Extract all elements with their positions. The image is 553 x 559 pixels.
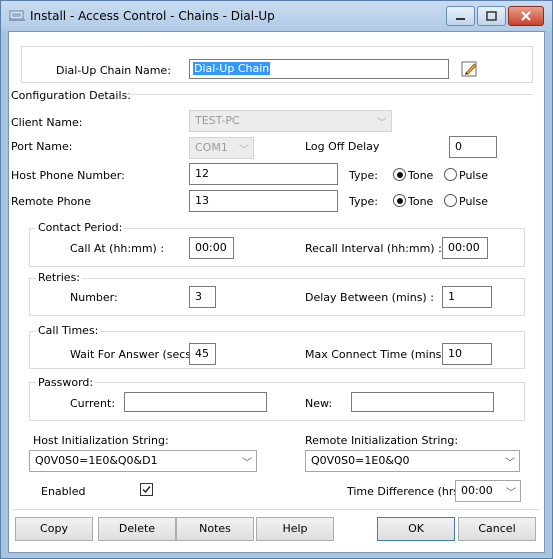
wait-for-answer-label: Wait For Answer (secs) [70,348,196,361]
recall-interval-label: Recall Interval (hh:mm) : [305,242,442,255]
delay-between-input[interactable]: 1 [442,286,492,308]
remote-phone-label: Remote Phone [11,195,92,208]
new-password-label: New: [305,397,333,410]
log-off-delay-label: Log Off Delay [305,140,380,153]
port-name-label: Port Name: [11,140,73,153]
host-pulse-radio[interactable] [444,168,457,181]
max-connect-input[interactable]: 10 [442,343,492,365]
cancel-button[interactable]: Cancel [458,517,536,541]
chevron-down-icon: ﹀ [506,488,516,499]
window-title: Install - Access Control - Chains - Dial… [30,9,275,23]
time-difference-select[interactable]: 00:00 ﹀ [455,480,521,502]
title-bar[interactable]: Install - Access Control - Chains - Dial… [1,1,552,31]
host-init-select[interactable]: Q0V0S0=1E0&Q0&D1 ﹀ [29,450,257,472]
button-divider [13,509,539,510]
notes-button[interactable]: Notes [176,517,254,541]
copy-button[interactable]: Copy [15,517,93,541]
retries-number-label: Number: [70,291,118,304]
retries-title: Retries: [36,271,83,284]
maximize-icon [486,11,497,21]
port-name-select[interactable]: COM1 ﹀ [189,137,254,159]
host-phone-type-label: Type: [349,169,378,182]
host-pulse-label: Pulse [459,169,488,182]
checkmark-icon [142,486,151,494]
time-difference-label: Time Difference (hrs) [347,485,464,498]
max-connect-label: Max Connect Time (mins) : [305,348,453,361]
chevron-down-icon: ﹀ [242,458,252,469]
chain-name-label: Dial-Up Chain Name: [56,64,171,77]
recall-interval-input[interactable]: 00:00 [442,237,488,259]
recall-interval-value: 00:00 [448,241,480,254]
remote-init-label: Remote Initialization String: [305,434,459,447]
chain-name-value: Dial-Up Chain [193,62,271,75]
remote-init-select[interactable]: Q0V0S0=1E0&Q0 ﹀ [305,450,520,472]
remote-phone-value: 13 [195,194,209,207]
chevron-down-icon: ﹀ [377,118,387,129]
ok-button[interactable]: OK [377,517,455,541]
host-phone-value: 12 [195,167,209,180]
remote-tone-label: Tone [408,195,434,208]
config-details-title: Configuration Details: [11,89,131,102]
close-icon [521,11,531,21]
remote-tone-radio[interactable] [393,194,406,207]
help-button[interactable]: Help [256,517,334,541]
client-name-select[interactable]: TEST-PC ﹀ [189,110,392,132]
client-name-value: TEST-PC [195,114,240,127]
log-off-delay-input[interactable]: 0 [449,136,497,158]
close-button[interactable] [508,6,544,26]
install-icon [9,10,25,21]
delay-between-label: Delay Between (mins) : [305,291,434,304]
password-title: Password: [36,376,96,389]
delay-between-value: 1 [448,290,455,303]
host-phone-label: Host Phone Number: [11,169,125,182]
call-at-input[interactable]: 00:00 [189,237,234,259]
remote-init-value: Q0V0S0=1E0&Q0 [311,454,410,467]
chain-name-input[interactable]: Dial-Up Chain [189,59,449,79]
enabled-label: Enabled [41,485,86,498]
current-password-label: Current: [70,397,116,410]
host-tone-radio[interactable] [393,168,406,181]
call-at-value: 00:00 [195,241,227,254]
call-at-label: Call At (hh:mm) : [70,242,165,255]
minimize-icon [456,18,465,20]
contact-period-title: Contact Period: [36,221,125,234]
remote-pulse-radio[interactable] [444,194,457,207]
log-off-delay-value: 0 [455,140,462,153]
host-tone-label: Tone [408,169,434,182]
host-init-label: Host Initialization String: [33,434,169,447]
delete-button[interactable]: Delete [98,517,176,541]
retries-number-value: 3 [195,290,202,303]
enabled-checkbox[interactable] [140,483,153,496]
config-divider [121,94,533,95]
port-name-value: COM1 [195,141,228,154]
max-connect-value: 10 [448,347,462,360]
dialog-body: Dial-Up Chain Name: Dial-Up Chain Config… [8,31,545,553]
retries-number-input[interactable]: 3 [189,286,216,308]
current-password-input[interactable] [124,392,267,412]
remote-phone-type-label: Type: [349,195,378,208]
dialog-window: Install - Access Control - Chains - Dial… [0,0,553,559]
remote-pulse-label: Pulse [459,195,488,208]
remote-phone-input[interactable]: 13 [189,190,338,212]
host-phone-input[interactable]: 12 [189,163,338,185]
chevron-down-icon: ﹀ [239,145,249,156]
chevron-down-icon: ﹀ [505,458,515,469]
wait-for-answer-input[interactable]: 45 [189,343,216,365]
host-init-value: Q0V0S0=1E0&Q0&D1 [35,454,158,467]
wait-for-answer-value: 45 [195,347,209,360]
edit-icon[interactable] [461,60,479,78]
new-password-input[interactable] [351,392,494,412]
time-difference-value: 00:00 [461,484,493,497]
minimize-button[interactable] [446,6,475,26]
maximize-button[interactable] [477,6,506,26]
client-name-label: Client Name: [11,116,83,129]
call-times-title: Call Times: [36,324,101,337]
